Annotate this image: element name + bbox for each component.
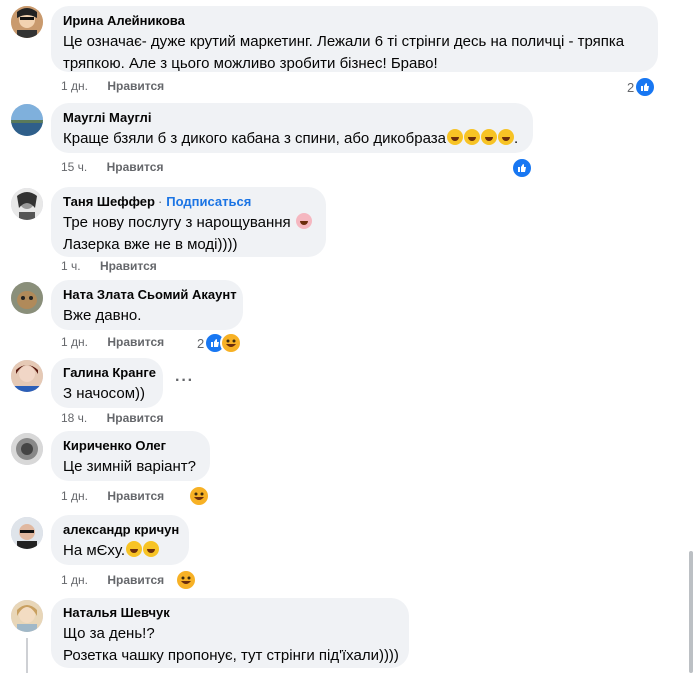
- comment-author[interactable]: Галина Кранге: [63, 365, 156, 381]
- comment-bubble: Наталья Шевчук Що за день!? Розетка чашк…: [51, 598, 409, 668]
- avatar[interactable]: [11, 6, 43, 38]
- reaction-count: 2: [627, 79, 635, 95]
- avatar[interactable]: [11, 517, 43, 549]
- comment-time[interactable]: 15 ч.: [61, 160, 87, 174]
- comment-bubble: Ирина Алейникова Це означає- дуже крутий…: [51, 6, 658, 72]
- comment-meta: 1 дн. Нравится: [61, 334, 164, 350]
- avatar[interactable]: [11, 104, 43, 136]
- avatar[interactable]: [11, 282, 43, 314]
- comment-text-line: Вже давно.: [63, 307, 142, 324]
- like-button[interactable]: Нравится: [107, 489, 164, 503]
- comment-text-line: тряпкою. Але з цього можливо зробити біз…: [63, 55, 438, 72]
- comment-author[interactable]: Мауглі Мауглі: [63, 110, 521, 126]
- comment-meta: 18 ч. Нравится: [61, 410, 163, 426]
- comment-time[interactable]: 1 ч.: [61, 259, 81, 273]
- comment-meta: 1 дн. Нравится: [61, 488, 164, 504]
- comment-text-line: Що за день!?: [63, 625, 155, 642]
- laughing-emoji-icon: [143, 541, 160, 557]
- comment-time[interactable]: 1 дн.: [61, 573, 88, 587]
- laughing-emoji-icon: [446, 129, 463, 145]
- comment-author[interactable]: Наталья Шевчук: [63, 605, 397, 621]
- comment-bubble: Галина Кранге З начосом)): [51, 358, 163, 408]
- comment-meta: 1 ч. Нравится: [61, 258, 157, 274]
- comment-bubble: Мауглі Мауглі Краще бзяли б з дикого каб…: [51, 103, 533, 153]
- comment-bubble: александр кричун На мЄху.: [51, 515, 189, 565]
- comment-text-line: Лазерка вже не в моді)))): [63, 236, 238, 253]
- comment-author[interactable]: Ната Злата Сьомий Акаунт: [63, 287, 237, 303]
- like-button[interactable]: Нравится: [100, 259, 157, 273]
- thinking-emoji-icon: [126, 541, 143, 557]
- comment-meta: 1 дн. Нравится: [61, 572, 164, 588]
- avatar[interactable]: [11, 360, 43, 392]
- comment-author[interactable]: александр кричун: [63, 522, 179, 538]
- laughing-emoji-icon: [463, 129, 480, 145]
- comment-author[interactable]: Кириченко Олег: [63, 438, 198, 454]
- comment-time[interactable]: 1 дн.: [61, 335, 88, 349]
- haha-reaction-icon: [175, 569, 197, 591]
- comment-text-line: Це означає- дуже крутий маркетинг. Лежал…: [63, 33, 625, 50]
- comment-bubble: Ната Злата Сьомий Акаунт Вже давно.: [51, 280, 243, 330]
- comment-text-line: Тре нову послугу з нарощування: [63, 212, 314, 234]
- reaction-summary[interactable]: 2: [197, 332, 243, 354]
- person-emoji-icon: [295, 213, 312, 229]
- comment-time[interactable]: 1 дн.: [61, 489, 88, 503]
- comment-text-line: З начосом)): [63, 385, 145, 402]
- reaction-summary[interactable]: [175, 569, 197, 591]
- laughing-emoji-icon: [480, 129, 497, 145]
- laughing-emoji-icon: [497, 129, 514, 145]
- like-button[interactable]: Нравится: [107, 411, 164, 425]
- like-reaction-icon: [634, 76, 657, 98]
- comment-time[interactable]: 1 дн.: [61, 79, 88, 93]
- reaction-summary[interactable]: [188, 485, 210, 507]
- more-options-icon[interactable]: ···: [175, 372, 194, 390]
- like-button[interactable]: Нравится: [107, 335, 164, 349]
- follow-link[interactable]: Подписаться: [166, 194, 251, 209]
- comment-meta: 1 дн. Нравится: [61, 78, 164, 94]
- thread-line: [26, 638, 28, 673]
- comment-text-line: Це зимній варіант?: [63, 458, 196, 475]
- comment-bubble: Таня Шеффер · Подписаться Тре нову послугу…: [51, 187, 326, 257]
- comment-meta: 15 ч. Нравится: [61, 159, 163, 175]
- comment-time[interactable]: 18 ч.: [61, 411, 87, 425]
- reaction-count: 2: [197, 335, 205, 351]
- like-reaction-icon: [511, 157, 533, 179]
- reaction-summary[interactable]: 2: [627, 76, 657, 98]
- avatar[interactable]: [11, 188, 43, 220]
- comment-author[interactable]: Таня Шеффер · Подписаться: [63, 194, 314, 210]
- avatar[interactable]: [11, 433, 43, 465]
- reaction-summary[interactable]: [511, 157, 533, 179]
- comment-author[interactable]: Ирина Алейникова: [63, 13, 646, 29]
- scrollbar[interactable]: [689, 551, 693, 673]
- like-button[interactable]: Нравится: [107, 160, 164, 174]
- like-button[interactable]: Нравится: [107, 573, 164, 587]
- haha-reaction-icon: [220, 332, 243, 354]
- avatar[interactable]: [11, 600, 43, 632]
- comment-text-line: На мЄху.: [63, 540, 177, 562]
- haha-reaction-icon: [188, 485, 210, 507]
- comment-text-line: Розетка чашку пропонує, тут стрінги під'…: [63, 647, 399, 664]
- comment-bubble: Кириченко Олег Це зимній варіант?: [51, 431, 210, 481]
- comment-text-line: Краще бзяли б з дикого кабана з спини, а…: [63, 129, 519, 147]
- like-button[interactable]: Нравится: [107, 79, 164, 93]
